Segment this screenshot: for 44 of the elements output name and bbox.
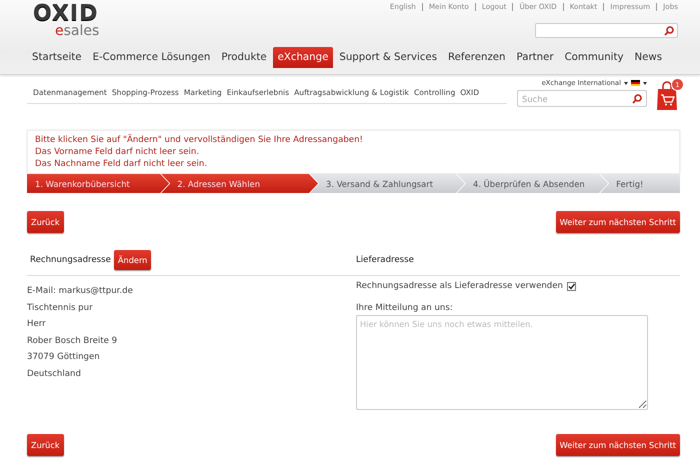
edit-button[interactable]: Ändern xyxy=(114,250,152,270)
message-field[interactable]: Hier können Sie uns noch etwas mitteilen. xyxy=(356,315,648,410)
flag-icon[interactable] xyxy=(631,80,640,86)
field-label: Ihre Mitteilung an uns: xyxy=(356,303,454,313)
address-line: Herr xyxy=(27,318,46,332)
address-line: E-Mail: markus@ttpur.de xyxy=(27,285,133,298)
error-message: Das Nachname Feld darf nicht leer sein. xyxy=(35,158,208,170)
caret-icon[interactable] xyxy=(624,82,628,84)
search-field[interactable]: Suche xyxy=(517,90,647,107)
section-heading: Lieferadresse xyxy=(356,255,414,265)
nav-tab[interactable]: Community xyxy=(560,47,629,68)
logo-tagline: esales xyxy=(55,24,100,38)
next-step-button[interactable]: Weiter zum nächsten Schritt xyxy=(556,211,680,233)
search-icon[interactable] xyxy=(664,26,674,36)
search-icon[interactable] xyxy=(632,94,642,104)
checkout-step[interactable]: 3. Versand & Zahlungsart xyxy=(310,174,465,193)
nav-tab[interactable]: Support & Services xyxy=(334,47,442,68)
nav-tab[interactable]: Partner xyxy=(512,47,559,68)
search-field[interactable] xyxy=(535,23,678,38)
nav-tab[interactable]: Produkte xyxy=(216,47,272,68)
address-line: Rober Bosch Breite 9 xyxy=(27,334,118,348)
checkout-step[interactable]: 2. Adressen Wählen xyxy=(161,174,318,193)
logo-wordmark: OXID xyxy=(33,3,98,25)
back-button[interactable]: Zurück xyxy=(27,211,64,233)
nav-tab[interactable]: Startseite xyxy=(27,47,87,68)
error-message: Bitte klicken Sie auf "Ändern" und vervollständigen Sie Ihre Adressangaben! xyxy=(35,134,364,146)
nav-tab[interactable]: Referenzen xyxy=(443,47,511,68)
error-message: Das Vorname Feld darf nicht leer sein. xyxy=(35,146,200,158)
checkout-step[interactable]: 1. Warenkorbübersicht xyxy=(27,174,170,193)
shopping-bag-icon[interactable] xyxy=(656,81,678,111)
back-button[interactable]: Zurück xyxy=(27,434,64,456)
checkbox[interactable] xyxy=(567,282,576,290)
section-heading: Rechnungsadresse xyxy=(30,255,111,265)
checkbox-label: Rechnungsadresse als Lieferadresse verwenden xyxy=(356,281,563,291)
address-line: Tischtennis pur xyxy=(27,302,93,315)
nav-tab[interactable]: News xyxy=(630,47,668,68)
nav-tab[interactable]: E-Commerce Lösungen xyxy=(88,47,216,68)
address-line: 37079 Göttingen xyxy=(27,351,100,364)
next-step-button[interactable]: Weiter zum nächsten Schritt xyxy=(556,434,680,456)
address-line: Deutschland xyxy=(27,368,81,381)
checkout-step[interactable]: 4. Überprüfen & Absenden xyxy=(456,174,608,193)
checkout-step[interactable]: Fertig! xyxy=(600,174,680,193)
caret-icon[interactable] xyxy=(643,82,647,84)
nav-tab[interactable]: eXchange xyxy=(272,47,334,68)
